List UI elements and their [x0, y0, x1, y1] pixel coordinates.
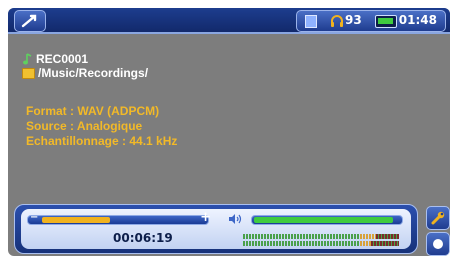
- file-metadata: Format : WAV (ADPCM) Source : Analogique…: [26, 104, 177, 149]
- position-minus-icon: −: [30, 212, 39, 223]
- level-meter-left: [243, 234, 399, 239]
- back-button[interactable]: [14, 10, 46, 32]
- position-fill: [42, 217, 110, 223]
- status-indicators: 93 01:48: [296, 10, 446, 32]
- level-meter-right: [243, 241, 399, 246]
- position-slider[interactable]: − +: [27, 210, 211, 225]
- sampling-line: Echantillonnage : 44.1 kHz: [26, 134, 178, 148]
- file-info: REC0001 /Music/Recordings/: [22, 52, 148, 80]
- position-plus-icon: +: [200, 210, 211, 225]
- level-meter-right-peak: [371, 241, 399, 246]
- level-meter-left-mid: [360, 234, 376, 239]
- volume-slider[interactable]: [251, 215, 403, 225]
- file-path: /Music/Recordings/: [38, 66, 149, 80]
- headphones-icon: [331, 15, 343, 27]
- file-name-row: REC0001: [22, 52, 148, 66]
- screen: 93 01:48 REC0001 /Music/Recordings/ Form…: [8, 8, 450, 256]
- source-line: Source : Analogique: [26, 119, 143, 133]
- back-icon: [21, 14, 37, 28]
- elapsed-time: 00:06:19: [113, 231, 173, 245]
- file-path-row: /Music/Recordings/: [22, 66, 148, 80]
- hdd-icon: [305, 15, 317, 28]
- battery-icon: [375, 15, 397, 28]
- wrench-icon: [431, 211, 445, 225]
- file-name: REC0001: [36, 52, 89, 66]
- folder-icon: [22, 67, 35, 79]
- playback-panel: − + 00:06:19: [14, 204, 418, 254]
- format-line: Format : WAV (ADPCM): [26, 104, 160, 118]
- settings-button[interactable]: [426, 206, 450, 230]
- speaker-icon: [229, 214, 242, 224]
- volume-level: 93: [345, 13, 362, 27]
- record-button[interactable]: [426, 232, 450, 256]
- clock: 01:48: [398, 13, 437, 27]
- level-meter-left-peak: [376, 234, 399, 239]
- level-meter-right-mid: [360, 241, 371, 246]
- note-icon: [23, 53, 32, 65]
- status-bar: 93 01:48: [8, 8, 450, 34]
- volume-fill: [254, 217, 393, 223]
- playback-panel-inner: − + 00:06:19: [21, 209, 411, 249]
- record-icon: [433, 239, 443, 249]
